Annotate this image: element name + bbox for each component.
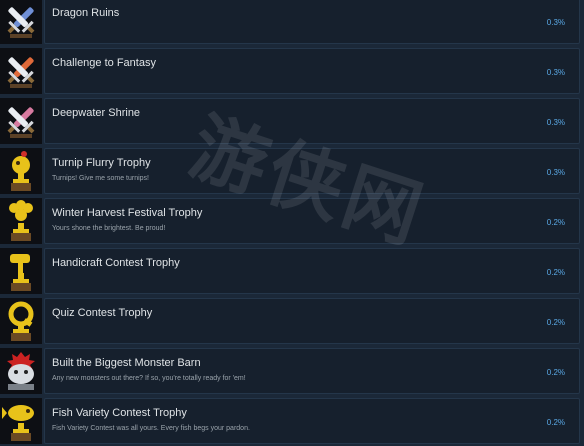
unlock-percentage: 0.2% — [546, 218, 565, 227]
unlock-percentage: 0.2% — [546, 318, 565, 327]
unlock-percentage: 0.3% — [546, 168, 565, 177]
achievement-panel: Deepwater Shrine 0.3% — [44, 98, 580, 144]
achievement-description: Fish Variety Contest was all yours. Ever… — [52, 425, 250, 432]
unlock-percentage: 0.2% — [546, 368, 565, 377]
achievement-row[interactable]: Turnip Flurry Trophy Turnips! Give me som… — [0, 146, 584, 196]
unlock-percentage: 0.2% — [546, 268, 565, 277]
achievement-row[interactable]: Deepwater Shrine 0.3% — [0, 96, 584, 146]
monster-barn-icon — [0, 348, 42, 394]
achievement-title: Dragon Ruins — [52, 7, 120, 19]
achievement-panel: Dragon Ruins 0.3% — [44, 0, 580, 44]
achievement-row[interactable]: Dragon Ruins 0.3% — [0, 0, 584, 46]
bouquet-trophy-icon — [0, 198, 42, 244]
unlock-percentage: 0.3% — [546, 118, 565, 127]
unlock-percentage: 0.3% — [546, 68, 565, 77]
achievement-title: Handicraft Contest Trophy — [52, 257, 180, 269]
achievement-panel: Turnip Flurry Trophy Turnips! Give me som… — [44, 148, 580, 194]
achievement-title: Quiz Contest Trophy — [52, 307, 153, 319]
achievement-row[interactable]: Winter Harvest Festival Trophy Yours shon… — [0, 196, 584, 246]
achievement-list: Dragon Ruins 0.3% Challenge to Fantasy 0.3… — [0, 0, 584, 446]
achievement-panel: Fish Variety Contest Trophy Fish Variety … — [44, 398, 580, 444]
achievement-panel: Handicraft Contest Trophy 0.2% — [44, 248, 580, 294]
unlock-percentage: 0.3% — [546, 18, 565, 27]
achievement-description: Any new monsters out there? If so, you'r… — [52, 375, 246, 382]
achievement-row[interactable]: Quiz Contest Trophy 0.2% — [0, 296, 584, 346]
achievement-title: Deepwater Shrine — [52, 107, 141, 119]
crossed-swords-icon — [0, 48, 42, 94]
crossed-swords-icon — [0, 0, 42, 44]
achievement-title: Fish Variety Contest Trophy — [52, 407, 187, 419]
achievement-title: Turnip Flurry Trophy — [52, 157, 151, 169]
achievement-row[interactable]: Built the Biggest Monster Barn Any new mo… — [0, 346, 584, 396]
achievement-panel: Quiz Contest Trophy 0.2% — [44, 298, 580, 344]
achievement-title: Challenge to Fantasy — [52, 57, 156, 69]
hammer-trophy-icon — [0, 248, 42, 294]
achievement-description: Yours shone the brightest. Be proud! — [52, 225, 166, 232]
turnip-trophy-icon — [0, 148, 42, 194]
achievement-description: Turnips! Give me some turnips! — [52, 175, 149, 182]
achievement-row[interactable]: Fish Variety Contest Trophy Fish Variety … — [0, 396, 584, 446]
achievement-panel: Built the Biggest Monster Barn Any new mo… — [44, 348, 580, 394]
unlock-percentage: 0.2% — [546, 418, 565, 427]
achievement-panel: Winter Harvest Festival Trophy Yours shon… — [44, 198, 580, 244]
achievement-title: Built the Biggest Monster Barn — [52, 357, 201, 369]
achievement-panel: Challenge to Fantasy 0.3% — [44, 48, 580, 94]
fish-trophy-icon — [0, 398, 42, 444]
crossed-swords-icon — [0, 98, 42, 144]
achievement-row[interactable]: Challenge to Fantasy 0.3% — [0, 46, 584, 96]
q-trophy-icon — [0, 298, 42, 344]
achievement-row[interactable]: Handicraft Contest Trophy 0.2% — [0, 246, 584, 296]
achievement-title: Winter Harvest Festival Trophy — [52, 207, 203, 219]
